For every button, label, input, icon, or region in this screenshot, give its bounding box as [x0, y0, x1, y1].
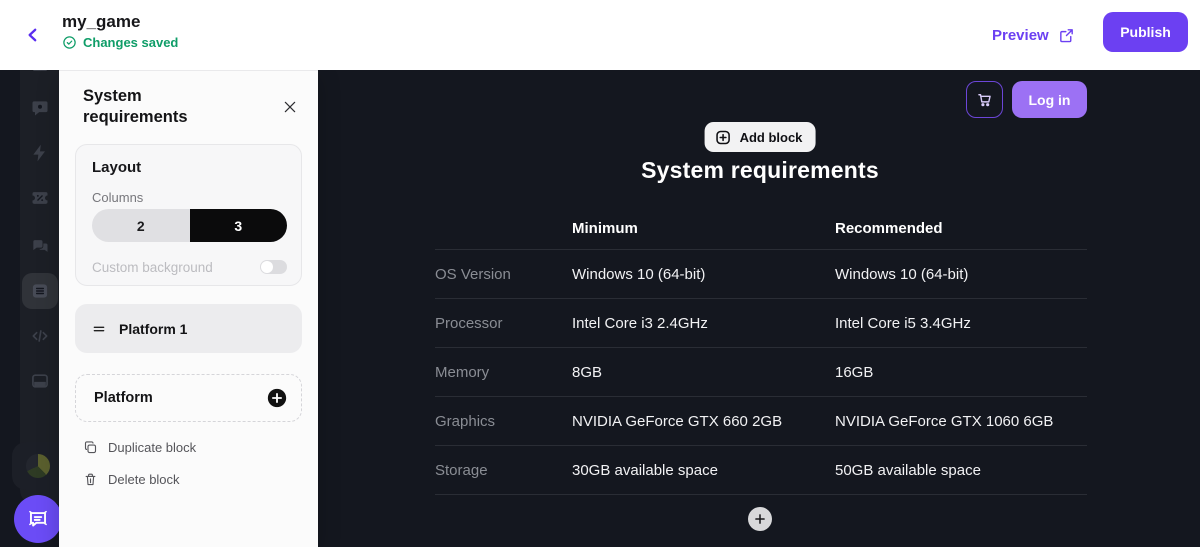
table-row[interactable]: OS Version Windows 10 (64-bit) Windows 1… [435, 250, 1087, 299]
row-label: Processor [435, 315, 572, 332]
row-rec: 50GB available space [835, 462, 1087, 479]
duplicate-block-label: Duplicate block [108, 440, 196, 455]
add-block-button[interactable]: Add block [705, 122, 816, 152]
row-min: NVIDIA GeForce GTX 660 2GB [572, 413, 835, 430]
duplicate-icon [83, 440, 98, 455]
row-label: Graphics [435, 413, 572, 430]
trash-icon [83, 472, 98, 487]
preview-label: Preview [992, 27, 1049, 44]
plus-icon [753, 512, 767, 526]
support-chat-button[interactable] [14, 495, 62, 543]
row-label: Storage [435, 462, 572, 479]
columns-label: Columns [92, 190, 143, 205]
table-row[interactable]: Storage 30GB available space 50GB availa… [435, 446, 1087, 495]
row-rec: Windows 10 (64-bit) [835, 266, 1087, 283]
preview-page-header: Log in [966, 81, 1087, 118]
layout-heading: Layout [92, 159, 141, 176]
section-title: System requirements [433, 157, 1087, 184]
chat-bubbles-icon[interactable] [22, 228, 58, 264]
cart-button[interactable] [966, 81, 1003, 118]
toggle-knob [261, 261, 273, 273]
save-status: Changes saved [62, 35, 178, 50]
code-icon[interactable] [22, 318, 58, 354]
chevron-left-icon [24, 26, 42, 44]
custom-background-label: Custom background [92, 260, 213, 275]
publish-button[interactable]: Publish [1103, 12, 1188, 52]
header-recommended: Recommended [835, 220, 1087, 237]
duplicate-block-button[interactable]: Duplicate block [83, 437, 196, 457]
table-row[interactable]: Graphics NVIDIA GeForce GTX 660 2GB NVID… [435, 397, 1087, 446]
row-rec: NVIDIA GeForce GTX 1060 6GB [835, 413, 1087, 430]
row-label: OS Version [435, 266, 572, 283]
requirements-table: Minimum Recommended OS Version Windows 1… [435, 207, 1087, 495]
custom-background-row: Custom background [92, 257, 287, 277]
row-min: Intel Core i3 2.4GHz [572, 315, 835, 332]
drag-handle-icon [91, 321, 107, 337]
editor-screen: Log in Add block System requirements Min… [0, 0, 1200, 547]
external-link-icon [1058, 27, 1075, 44]
back-button[interactable] [16, 18, 50, 52]
columns-segmented-control: 2 3 [92, 209, 287, 242]
add-section-button[interactable] [748, 507, 772, 531]
platform-list-item[interactable]: Platform 1 [75, 304, 302, 353]
layout-card: Layout Columns 2 3 Custom background [75, 144, 302, 286]
ticket-icon[interactable] [22, 180, 58, 216]
editor-topbar: my_game Changes saved Preview Publish [0, 0, 1200, 70]
plus-circle-icon [266, 387, 288, 409]
header-minimum: Minimum [572, 220, 835, 237]
columns-option-2[interactable]: 2 [92, 209, 190, 242]
footer-block-icon[interactable] [22, 363, 58, 399]
project-title: my_game [62, 12, 140, 32]
chat-widget-icon [25, 506, 51, 532]
add-platform-label: Platform [94, 390, 153, 406]
table-header-row: Minimum Recommended [435, 207, 1087, 250]
lightning-icon[interactable] [22, 135, 58, 171]
row-min: Windows 10 (64-bit) [572, 266, 835, 283]
custom-background-toggle[interactable] [260, 260, 287, 274]
platform-item-label: Platform 1 [119, 321, 187, 337]
list-block-icon[interactable] [22, 273, 58, 309]
preview-content: Log in Add block System requirements Min… [433, 70, 1087, 547]
table-row[interactable]: Processor Intel Core i3 2.4GHz Intel Cor… [435, 299, 1087, 348]
columns-option-3[interactable]: 3 [190, 209, 288, 242]
save-status-label: Changes saved [83, 35, 178, 50]
comment-icon[interactable] [22, 90, 58, 126]
block-settings-panel: System requirements Layout Columns 2 3 C… [59, 70, 318, 547]
table-row[interactable]: Memory 8GB 16GB [435, 348, 1087, 397]
row-rec: Intel Core i5 3.4GHz [835, 315, 1087, 332]
login-button[interactable]: Log in [1012, 81, 1087, 118]
check-circle-icon [62, 35, 77, 50]
close-panel-button[interactable] [276, 93, 304, 121]
delete-block-label: Delete block [108, 472, 180, 487]
preview-button[interactable]: Preview [992, 22, 1075, 48]
delete-block-button[interactable]: Delete block [83, 469, 180, 489]
cart-icon [975, 90, 994, 109]
plus-square-icon [715, 129, 732, 146]
row-label: Memory [435, 364, 572, 381]
row-min: 8GB [572, 364, 835, 381]
close-icon [282, 99, 298, 115]
panel-title: System requirements [83, 86, 243, 128]
row-rec: 16GB [835, 364, 1087, 381]
add-block-label: Add block [740, 130, 803, 145]
add-platform-button[interactable]: Platform [75, 374, 302, 422]
avatar [26, 454, 50, 478]
row-min: 30GB available space [572, 462, 835, 479]
